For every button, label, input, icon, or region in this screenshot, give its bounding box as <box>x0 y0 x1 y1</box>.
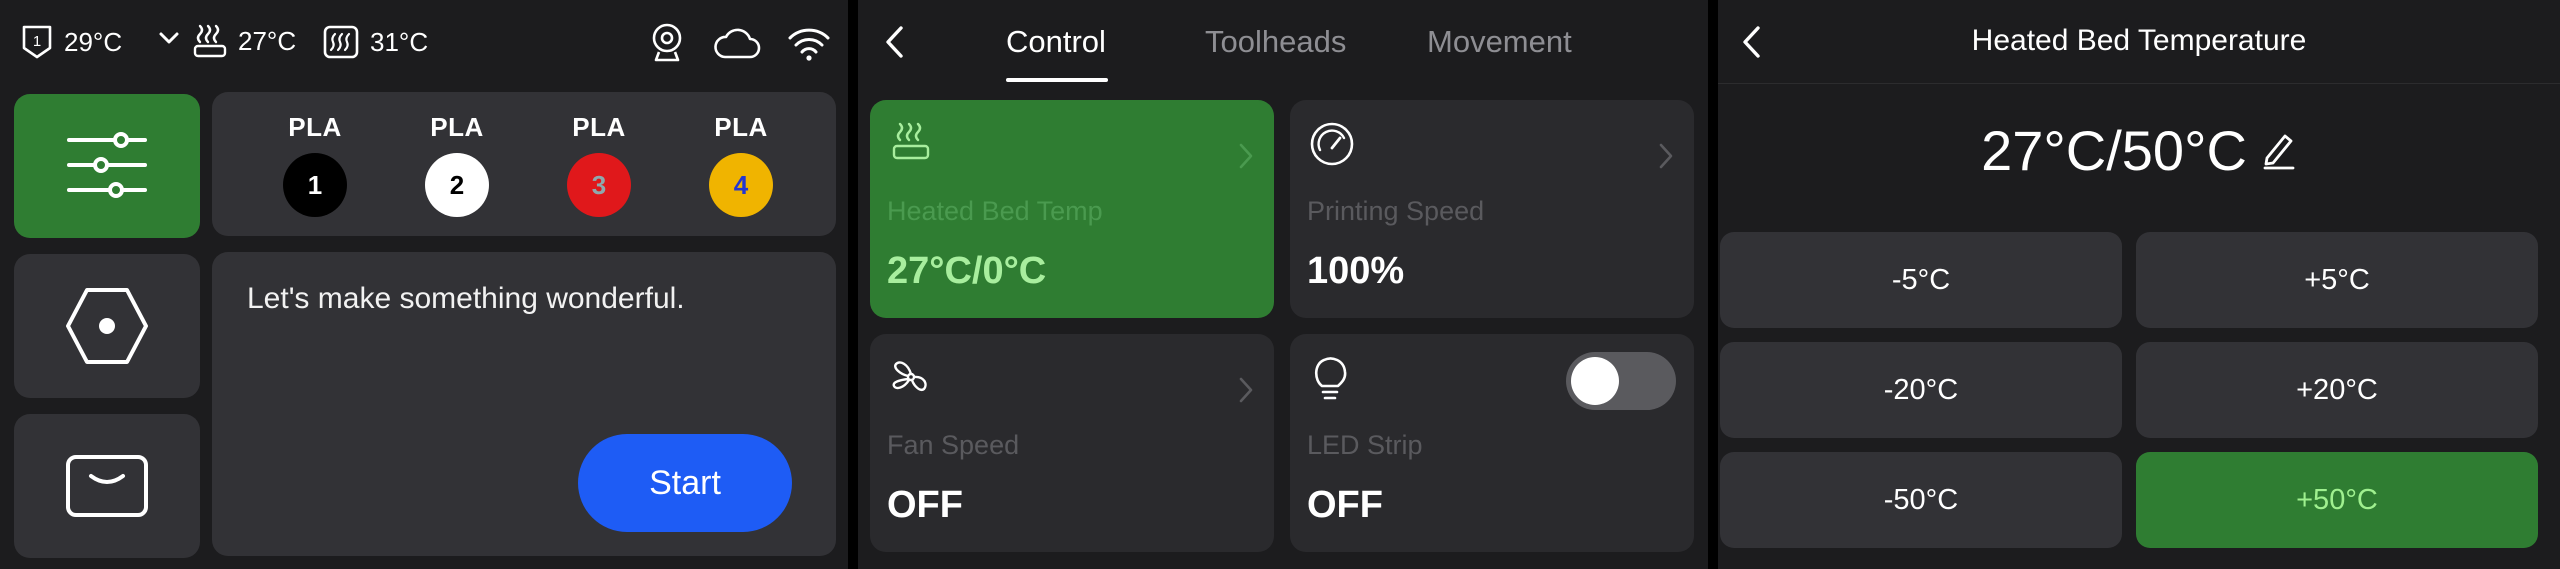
filament-type-label: PLA <box>288 112 342 142</box>
control-screen: Control Toolheads Movement Heated Bed Te… <box>858 0 1708 569</box>
tab-bar: Control Toolheads Movement <box>858 0 1708 86</box>
bed-temp-value: 27°C <box>238 25 297 56</box>
speedometer-icon <box>1308 120 1356 173</box>
tab-control[interactable]: Control <box>1006 24 1106 60</box>
filament-slot-3[interactable]: PLA 3 <box>554 112 644 217</box>
tray-icon <box>65 454 149 523</box>
temperature-display[interactable]: 27°C/50°C <box>1718 118 2560 183</box>
card-value: OFF <box>1307 484 1383 526</box>
page-title: Heated Bed Temperature <box>1971 24 2307 57</box>
chamber-temp-status: 31°C <box>322 24 428 60</box>
svg-text:1: 1 <box>33 33 41 50</box>
card-label: LED Strip <box>1307 430 1423 460</box>
nozzle-icon: 1 <box>20 24 54 60</box>
printing-speed-card[interactable]: Printing Speed 100% <box>1290 100 1694 318</box>
filament-slot-1[interactable]: PLA 1 <box>270 112 360 217</box>
header: Heated Bed Temperature <box>1718 0 2560 84</box>
screen-divider <box>1708 0 1718 569</box>
chevron-right-icon <box>1238 142 1254 175</box>
led-strip-card[interactable]: LED Strip OFF <box>1290 334 1694 552</box>
card-value: 27°C/0°C <box>887 250 1047 292</box>
chamber-temp-value: 31°C <box>370 26 429 57</box>
current-target-temp: 27°C/50°C <box>1981 119 2247 182</box>
welcome-panel: Let's make something wonderful. Start <box>212 252 836 556</box>
bed-temperature-screen: Heated Bed Temperature 27°C/50°C -5°C +5… <box>1718 0 2560 569</box>
tab-movement[interactable]: Movement <box>1427 24 1572 60</box>
filament-panel[interactable]: PLA 1 PLA 2 PLA 3 PLA 4 <box>212 92 836 236</box>
active-tab-indicator <box>1006 78 1108 82</box>
wifi-icon[interactable] <box>786 26 832 67</box>
start-button[interactable]: Start <box>578 434 792 532</box>
nozzle-temp-value: 29°C <box>64 26 123 57</box>
chamber-icon <box>322 24 360 60</box>
pencil-icon[interactable] <box>2261 118 2297 183</box>
card-label: Printing Speed <box>1307 196 1485 226</box>
filament-color-dot: 3 <box>567 153 631 217</box>
fan-icon <box>888 354 934 405</box>
card-value: 100% <box>1307 250 1405 292</box>
card-label: Fan Speed <box>887 430 1020 460</box>
filament-color-dot: 1 <box>283 153 347 217</box>
chevron-right-icon <box>1238 376 1254 409</box>
filament-type-label: PLA <box>430 112 484 142</box>
card-value: OFF <box>887 484 963 526</box>
fan-speed-card[interactable]: Fan Speed OFF <box>870 334 1274 552</box>
filament-type-label: PLA <box>714 112 768 142</box>
camera-icon[interactable] <box>648 22 686 69</box>
sliders-icon <box>66 130 148 205</box>
filament-color-dot: 2 <box>425 153 489 217</box>
lightbulb-icon <box>1308 354 1352 407</box>
filament-color-dot: 4 <box>709 153 773 217</box>
back-chevron-icon[interactable] <box>875 22 915 62</box>
controls-nav-button[interactable] <box>14 94 200 238</box>
filament-slot-2[interactable]: PLA 2 <box>412 112 502 217</box>
toolhead-nav-button[interactable] <box>14 254 200 398</box>
led-strip-toggle[interactable] <box>1566 352 1676 410</box>
minus-5-button[interactable]: -5°C <box>1720 232 2122 328</box>
minus-50-button[interactable]: -50°C <box>1720 452 2122 548</box>
tab-toolheads[interactable]: Toolheads <box>1205 24 1346 60</box>
plus-50-button[interactable]: +50°C <box>2136 452 2538 548</box>
chevron-right-icon <box>1658 142 1674 175</box>
minus-20-button[interactable]: -20°C <box>1720 342 2122 438</box>
plus-5-button[interactable]: +5°C <box>2136 232 2538 328</box>
filament-type-label: PLA <box>572 112 626 142</box>
cloud-icon[interactable] <box>712 28 762 65</box>
welcome-message: Let's make something wonderful. <box>247 282 685 315</box>
screen-divider <box>848 0 858 569</box>
toggle-knob <box>1571 357 1619 405</box>
heated-bed-icon <box>888 120 934 169</box>
status-bar: 1 29°C 27°C 31°C <box>0 0 848 82</box>
card-label: Heated Bed Temp <box>887 196 1103 226</box>
files-nav-button[interactable] <box>14 414 200 558</box>
bed-temp-status: 27°C <box>190 22 296 60</box>
nozzle-temp-status: 1 29°C <box>20 24 122 60</box>
home-screen: 1 29°C 27°C 31°C PLA 1 PLA 2 PLA 3 PLA 4… <box>0 0 848 569</box>
plus-20-button[interactable]: +20°C <box>2136 342 2538 438</box>
filament-slot-4[interactable]: PLA 4 <box>696 112 786 217</box>
heated-bed-card[interactable]: Heated Bed Temp 27°C/0°C <box>870 100 1274 318</box>
hex-nozzle-icon <box>65 284 149 373</box>
chevron-down-icon[interactable] <box>158 30 180 46</box>
heated-bed-icon <box>190 22 230 60</box>
